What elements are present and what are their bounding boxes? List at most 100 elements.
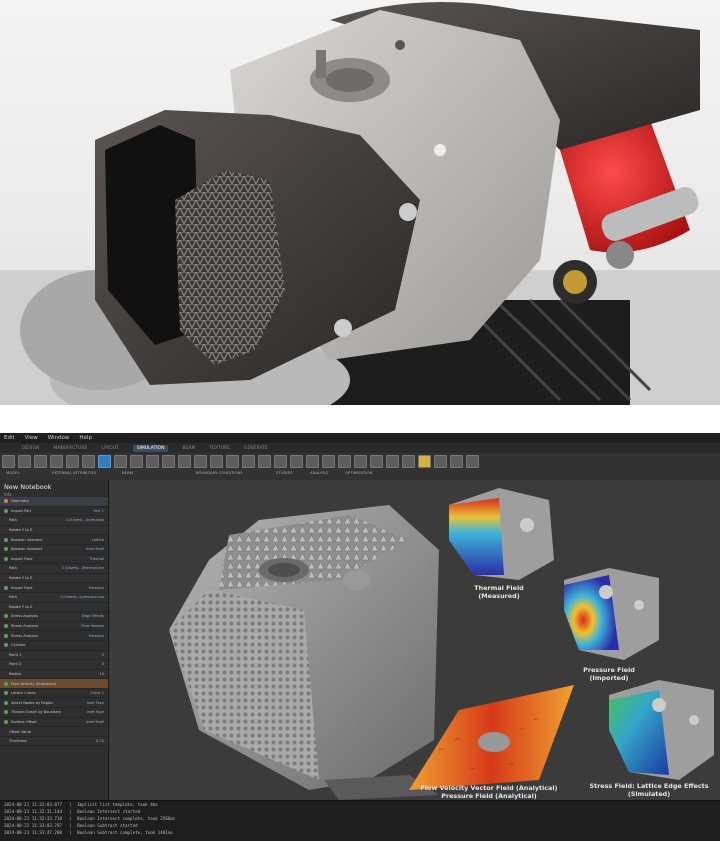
notebook-row[interactable]: Offset Value [0, 727, 108, 737]
group-model: MODEL [6, 470, 20, 475]
notebook-row[interactable]: Stress Analysis Edge Effects [0, 612, 108, 622]
toolbar-tool-icon[interactable] [274, 455, 287, 468]
toolbar-tool-icon[interactable] [434, 455, 447, 468]
notebook-row[interactable]: Rotate Y to Z [0, 573, 108, 584]
toolbar-tool-icon[interactable] [162, 455, 175, 468]
notebook-row[interactable]: Path C:\Users\...\pressure.csv [0, 592, 108, 603]
tab-texture[interactable]: TEXTURE [209, 446, 230, 451]
toolbar-tool-icon[interactable] [226, 455, 239, 468]
toolbar-tool-icon[interactable] [338, 455, 351, 468]
notebook-row[interactable]: Cylinder [0, 641, 108, 651]
toolbar-tool-icon[interactable] [466, 455, 479, 468]
3d-viewport[interactable]: Thermal Field (Measured) Pressure Field … [109, 480, 720, 800]
notebook-row-value[interactable]: Cubic 1 [91, 691, 104, 695]
notebook-row[interactable]: Path C:\Users\...\thermal.csv [0, 564, 108, 574]
toolbar-tool-icon[interactable] [50, 455, 63, 468]
toolbar-tool-icon[interactable] [130, 455, 143, 468]
notebook-row[interactable]: Surface Offset Inlet Shell [0, 718, 108, 728]
notebook-row-value[interactable]: 10 [99, 672, 104, 676]
notebook-row-value[interactable]: 0 [102, 662, 104, 666]
notebook-row[interactable]: Path C:\Users\...\Inlet.step [0, 516, 108, 526]
notebook-row-value[interactable]: C:\Users\...\Inlet.step [66, 518, 104, 522]
menu-window[interactable]: Window [48, 435, 70, 441]
notebook-row[interactable]: Stress Analysis Pressure [0, 631, 108, 641]
notebook-row[interactable]: Thicken Graph by Boundary Inlet Face [0, 708, 108, 718]
notebook-row-value[interactable]: Inlet Shell [86, 720, 104, 724]
tab-layout[interactable]: LAYOUT [101, 446, 118, 451]
notebook-row-label: Stress Analysis [11, 624, 38, 629]
notebook-row-value[interactable]: Inlet Shell [86, 547, 104, 551]
notebook-row[interactable]: Flow Velocity (Analytical) [0, 679, 108, 689]
toolbar-tool-icon[interactable] [242, 455, 255, 468]
notebook-row[interactable]: Rotate Y to Z [0, 602, 108, 613]
notebook-row[interactable]: Radius 10 [0, 669, 108, 680]
toolbar-tool-icon[interactable] [178, 455, 191, 468]
toolbar-tool-icon[interactable] [114, 455, 127, 468]
notebook-row-value[interactable]: Inlet Face [87, 710, 104, 714]
toolbar-tool-icon[interactable] [322, 455, 335, 468]
tab-simulation[interactable]: SIMULATION [132, 444, 169, 452]
log-line: 2024-08-21 11:33:03.787 | Boolean Subtra… [4, 823, 138, 828]
toolbar-tool-icon[interactable] [2, 455, 15, 468]
toolbar-tool-icon[interactable] [82, 455, 95, 468]
toolbar-tool-icon[interactable] [418, 455, 431, 468]
notebook-row[interactable]: Rotate Y to Z [0, 525, 108, 536]
notebook-row-value[interactable]: Pressure [89, 586, 104, 590]
notebook-row[interactable]: Lattice Cubes Cubic 1 [0, 689, 108, 699]
tab-design[interactable]: DESIGN [22, 446, 39, 451]
notebook-row[interactable]: Geometry [0, 497, 108, 507]
notebook-row-value[interactable]: Flow Vectors [81, 624, 104, 628]
toolbar-tool-icon[interactable] [210, 455, 223, 468]
toolbar-tool-icon[interactable] [450, 455, 463, 468]
notebook-row-value[interactable]: Lattice [92, 538, 104, 542]
toolbar-tool-icon[interactable] [146, 455, 159, 468]
toolbar-tool-icon[interactable] [258, 455, 271, 468]
toolbar-tool-icon[interactable] [370, 455, 383, 468]
notebook-row[interactable]: Boolean Intersect Lattice [0, 535, 108, 545]
toolbar-tool-icon[interactable] [306, 455, 319, 468]
notebook-row-value[interactable]: Part 1 [93, 509, 104, 513]
notebook-row[interactable]: Boolean Subtract Inlet Shell [0, 545, 108, 555]
notebook-row-value[interactable]: C:\Users\...\thermal.csv [62, 566, 104, 570]
tab-generate[interactable]: GENERATE [244, 446, 268, 451]
notebook-row[interactable]: Thickness 0.25 [0, 736, 108, 747]
toolbar-icons [2, 455, 479, 468]
notebook-row-value[interactable]: Edge Effects [82, 614, 104, 618]
menu-help[interactable]: Help [79, 435, 92, 441]
toolbar-tool-icon[interactable] [290, 455, 303, 468]
notebook-row-value[interactable]: C:\Users\...\pressure.csv [61, 595, 104, 599]
log-console[interactable]: 2024-08-21 11:32:03.877 | Implicit list … [0, 800, 720, 841]
notebook-row-value[interactable]: Inlet Face [87, 701, 104, 705]
toolbar-tool-icon[interactable] [34, 455, 47, 468]
toolbar-tool-icon[interactable] [66, 455, 79, 468]
toolbar-tool-icon[interactable] [402, 455, 415, 468]
notebook-row[interactable]: Import Field Pressure [0, 583, 108, 593]
notebook-row-label: Geometry [11, 499, 29, 504]
notebook-row[interactable]: Select Nodes by Region Inlet Face [0, 698, 108, 709]
group-optimization: OPTIMIZATION [345, 470, 373, 475]
notebook-row-value[interactable]: Pressure [89, 634, 104, 638]
status-dot-icon [4, 556, 8, 561]
toolbar-tool-icon[interactable] [354, 455, 367, 468]
menu-edit[interactable]: Edit [4, 435, 15, 441]
menu-view[interactable]: View [25, 435, 38, 441]
toolbar-tool-icon[interactable] [98, 455, 111, 468]
notebook-row[interactable]: Stress Analysis Flow Vectors [0, 622, 108, 632]
notebook-row-label: Stress Analysis [11, 614, 38, 619]
tab-beam[interactable]: BEAM [182, 446, 195, 451]
toolbar-tool-icon[interactable] [386, 455, 399, 468]
status-dot-icon [4, 537, 8, 542]
status-dot-icon [4, 681, 8, 686]
notebook-row-value[interactable]: 0.25 [96, 739, 104, 743]
toolbar-tool-icon[interactable] [194, 455, 207, 468]
notebook-row[interactable]: Point 2 0 [0, 660, 108, 670]
notebook-row-value[interactable]: 0 [102, 653, 104, 657]
toolbar-tool-icon[interactable] [18, 455, 31, 468]
notebook-row[interactable]: Import Part Part 1 [0, 507, 108, 517]
notebook-row[interactable]: Import Field Thermal [0, 555, 108, 565]
notebook-row-label: Point 2 [9, 662, 22, 667]
notebook-row-value[interactable]: Thermal [89, 557, 104, 561]
tab-manufacture[interactable]: MANUFACTURE [53, 446, 87, 451]
ribbon-tabs: DESIGN MANUFACTURE LAYOUT SIMULATION BEA… [0, 443, 720, 453]
notebook-row[interactable]: Point 1 0 [0, 650, 108, 661]
